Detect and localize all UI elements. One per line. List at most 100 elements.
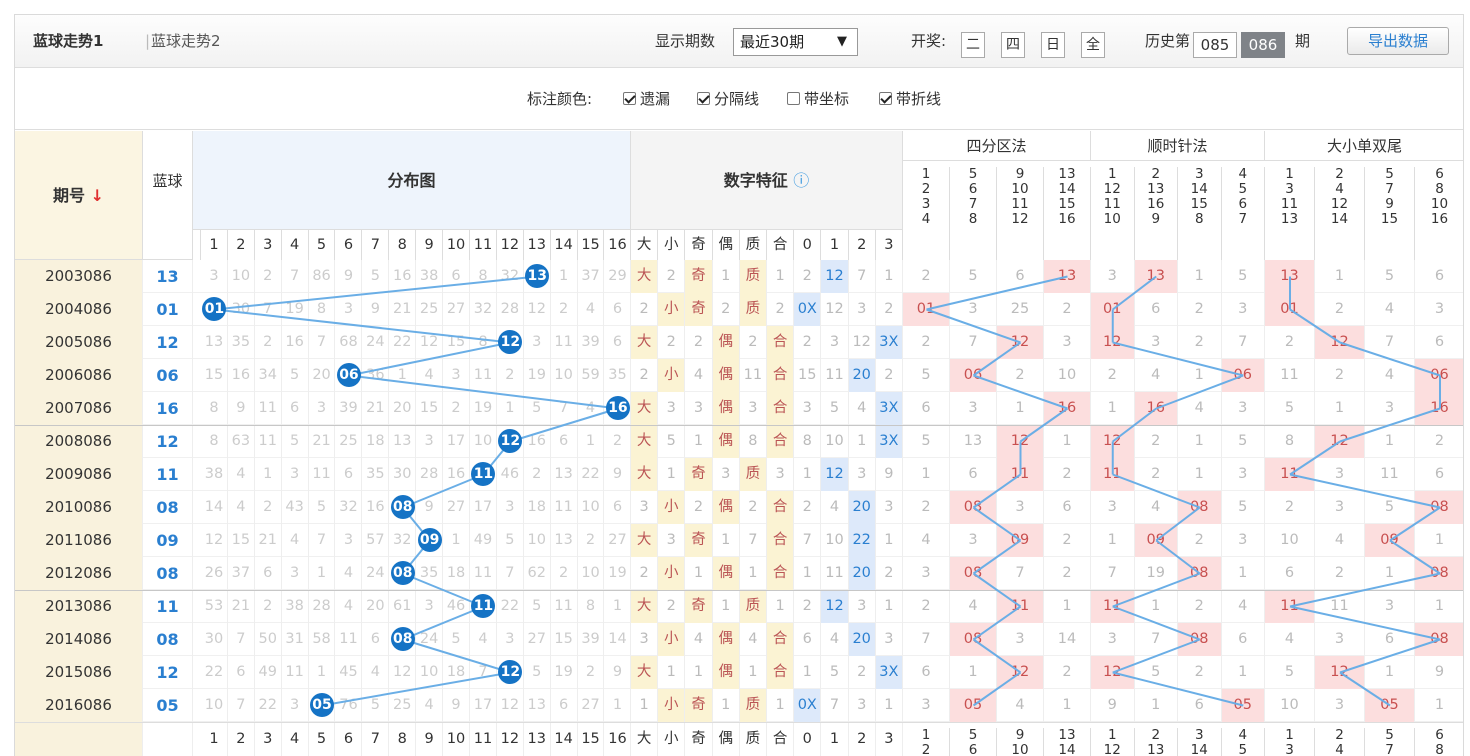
tail-cell: 2	[1315, 293, 1365, 326]
clock-cell: 3	[1091, 623, 1135, 656]
draw-day-label: 开奖:	[911, 32, 947, 50]
dist-cell: 22	[201, 656, 228, 689]
dist-cell: 8	[470, 260, 497, 293]
feature-cell: 2	[794, 326, 822, 359]
blue-ball: 11	[471, 594, 496, 618]
dist-cell: 4	[578, 293, 605, 326]
zone4-cell: 10	[1044, 359, 1091, 392]
feature-cell: 3X	[875, 326, 903, 359]
clock-cell: 4	[1178, 392, 1222, 425]
zone4-col-label: 15	[1058, 196, 1076, 212]
dist-cell: 13	[201, 326, 228, 359]
clockwise-header: 顺时针法	[1091, 131, 1265, 161]
dist-cell: 2	[255, 260, 282, 293]
dist-cell: 86	[309, 260, 336, 293]
table-row: 2015086 12 22 6 49 11 1 45 4 12 10 18 7 12 5 19 2 9 大 1 1 偶 1 合…	[15, 656, 1463, 689]
feature-cell: 1	[849, 425, 876, 458]
tail-cell: 6	[1365, 623, 1415, 656]
clock-cell: 19	[1135, 557, 1178, 590]
dist-cell: 27	[578, 689, 605, 722]
zone4-cell: 12	[997, 425, 1044, 458]
tab-blue-trend-2[interactable]: 蓝球走势2	[151, 15, 221, 68]
dist-cell: 36	[362, 359, 390, 392]
zone4-cell: 08	[950, 557, 997, 590]
dist-cell: 22	[497, 590, 524, 623]
checkbox-icon[interactable]	[787, 92, 800, 105]
zone4-cell: 3	[950, 392, 997, 425]
dist-cell: 7	[309, 326, 336, 359]
draw-day-sun[interactable]: 日	[1041, 32, 1065, 58]
clock-cell: 12	[1091, 656, 1135, 689]
history-period-085[interactable]: 085	[1193, 32, 1237, 58]
clock-col-label: 1	[1107, 166, 1117, 182]
blue-ball: 08	[390, 627, 415, 651]
feature-cell: 4	[685, 359, 713, 392]
dist-cell: 8	[578, 590, 605, 623]
feature-cell: 质	[739, 590, 767, 623]
tab-blue-trend-1[interactable]: 蓝球走势1	[33, 15, 103, 68]
footer-clock-col-label: 5	[1238, 742, 1248, 756]
dist-cell: 11	[309, 458, 336, 491]
zone4-col-2: 9 10 11 12	[997, 167, 1044, 260]
feature-cell: 1	[658, 458, 686, 491]
dist-cell: 46	[497, 458, 524, 491]
tail-cell: 3	[1315, 458, 1365, 491]
dist-cell: 38	[282, 590, 309, 623]
dist-cell: 8	[201, 392, 228, 425]
dist-cell: 26	[201, 557, 228, 590]
table-row: 2006086 06 15 16 34 5 20 06 36 1 4 3 11 2 19 10 59 35 2 小 4 偶…	[15, 359, 1463, 392]
option-divider-line[interactable]: 分隔线	[697, 68, 759, 130]
history-period-086[interactable]: 086	[1241, 32, 1285, 58]
feature-cell: 小	[658, 623, 686, 656]
zone4-cell: 5	[903, 425, 950, 458]
tail-col-label: 1	[1285, 166, 1294, 182]
option-divider-line-label: 分隔线	[714, 90, 760, 108]
tail-cell: 11	[1265, 590, 1315, 623]
dist-cell: 09	[416, 524, 444, 557]
feature-cell: 1	[685, 557, 713, 590]
checkbox-icon[interactable]	[623, 92, 636, 105]
feature-cell: 合	[767, 524, 795, 557]
dist-cell: 24	[416, 623, 444, 656]
dist-cell: 1	[551, 260, 578, 293]
tail-cell: 2	[1265, 491, 1315, 524]
period-cell: 2005086	[15, 326, 143, 359]
feature-cell: 12	[821, 590, 849, 623]
dist-cell: 13	[551, 524, 578, 557]
dist-cell: 5	[524, 656, 551, 689]
dist-cell: 3	[416, 425, 444, 458]
zone4-cell: 11	[997, 458, 1044, 491]
dist-cell: 1	[578, 425, 605, 458]
dist-cell: 62	[524, 557, 551, 590]
clock-cell: 2	[1091, 359, 1135, 392]
dist-cell: 7	[255, 293, 282, 326]
dist-cell: 21	[228, 590, 255, 623]
checkbox-icon[interactable]	[879, 92, 892, 105]
checkbox-icon[interactable]	[697, 92, 710, 105]
period-count-select[interactable]: 最近30期 ▼	[733, 28, 858, 56]
dist-cell: 32	[336, 491, 363, 524]
footer-zone4-col-label: 6	[968, 742, 978, 756]
tail-col-label: 4	[1335, 181, 1344, 197]
draw-day-tue[interactable]: 二	[961, 32, 985, 58]
export-data-button[interactable]: 导出数据	[1347, 27, 1449, 55]
zone4-col-0: 1234	[903, 167, 950, 260]
feature-cell: 小	[658, 293, 686, 326]
dist-cell: 11	[551, 590, 578, 623]
zone4-col-label: 13	[1058, 166, 1076, 182]
dist-cell: 58	[309, 623, 336, 656]
blue-number-cell: 12	[143, 326, 193, 359]
dist-cell: 25	[416, 293, 444, 326]
period-cell: 2015086	[15, 656, 143, 689]
option-coordinates[interactable]: 带坐标	[787, 68, 849, 130]
dist-cell: 2	[497, 359, 524, 392]
draw-day-thu[interactable]: 四	[1001, 32, 1025, 58]
dist-cell: 6	[336, 458, 363, 491]
option-missing[interactable]: 遗漏	[623, 68, 670, 130]
option-polyline[interactable]: 带折线	[879, 68, 941, 130]
draw-day-all[interactable]: 全	[1081, 32, 1105, 58]
feature-cell: 11	[821, 557, 849, 590]
zone4-col-label: 14	[1058, 181, 1076, 197]
zone4-col-label: 1	[921, 166, 931, 182]
tail-cell: 3	[1315, 623, 1365, 656]
